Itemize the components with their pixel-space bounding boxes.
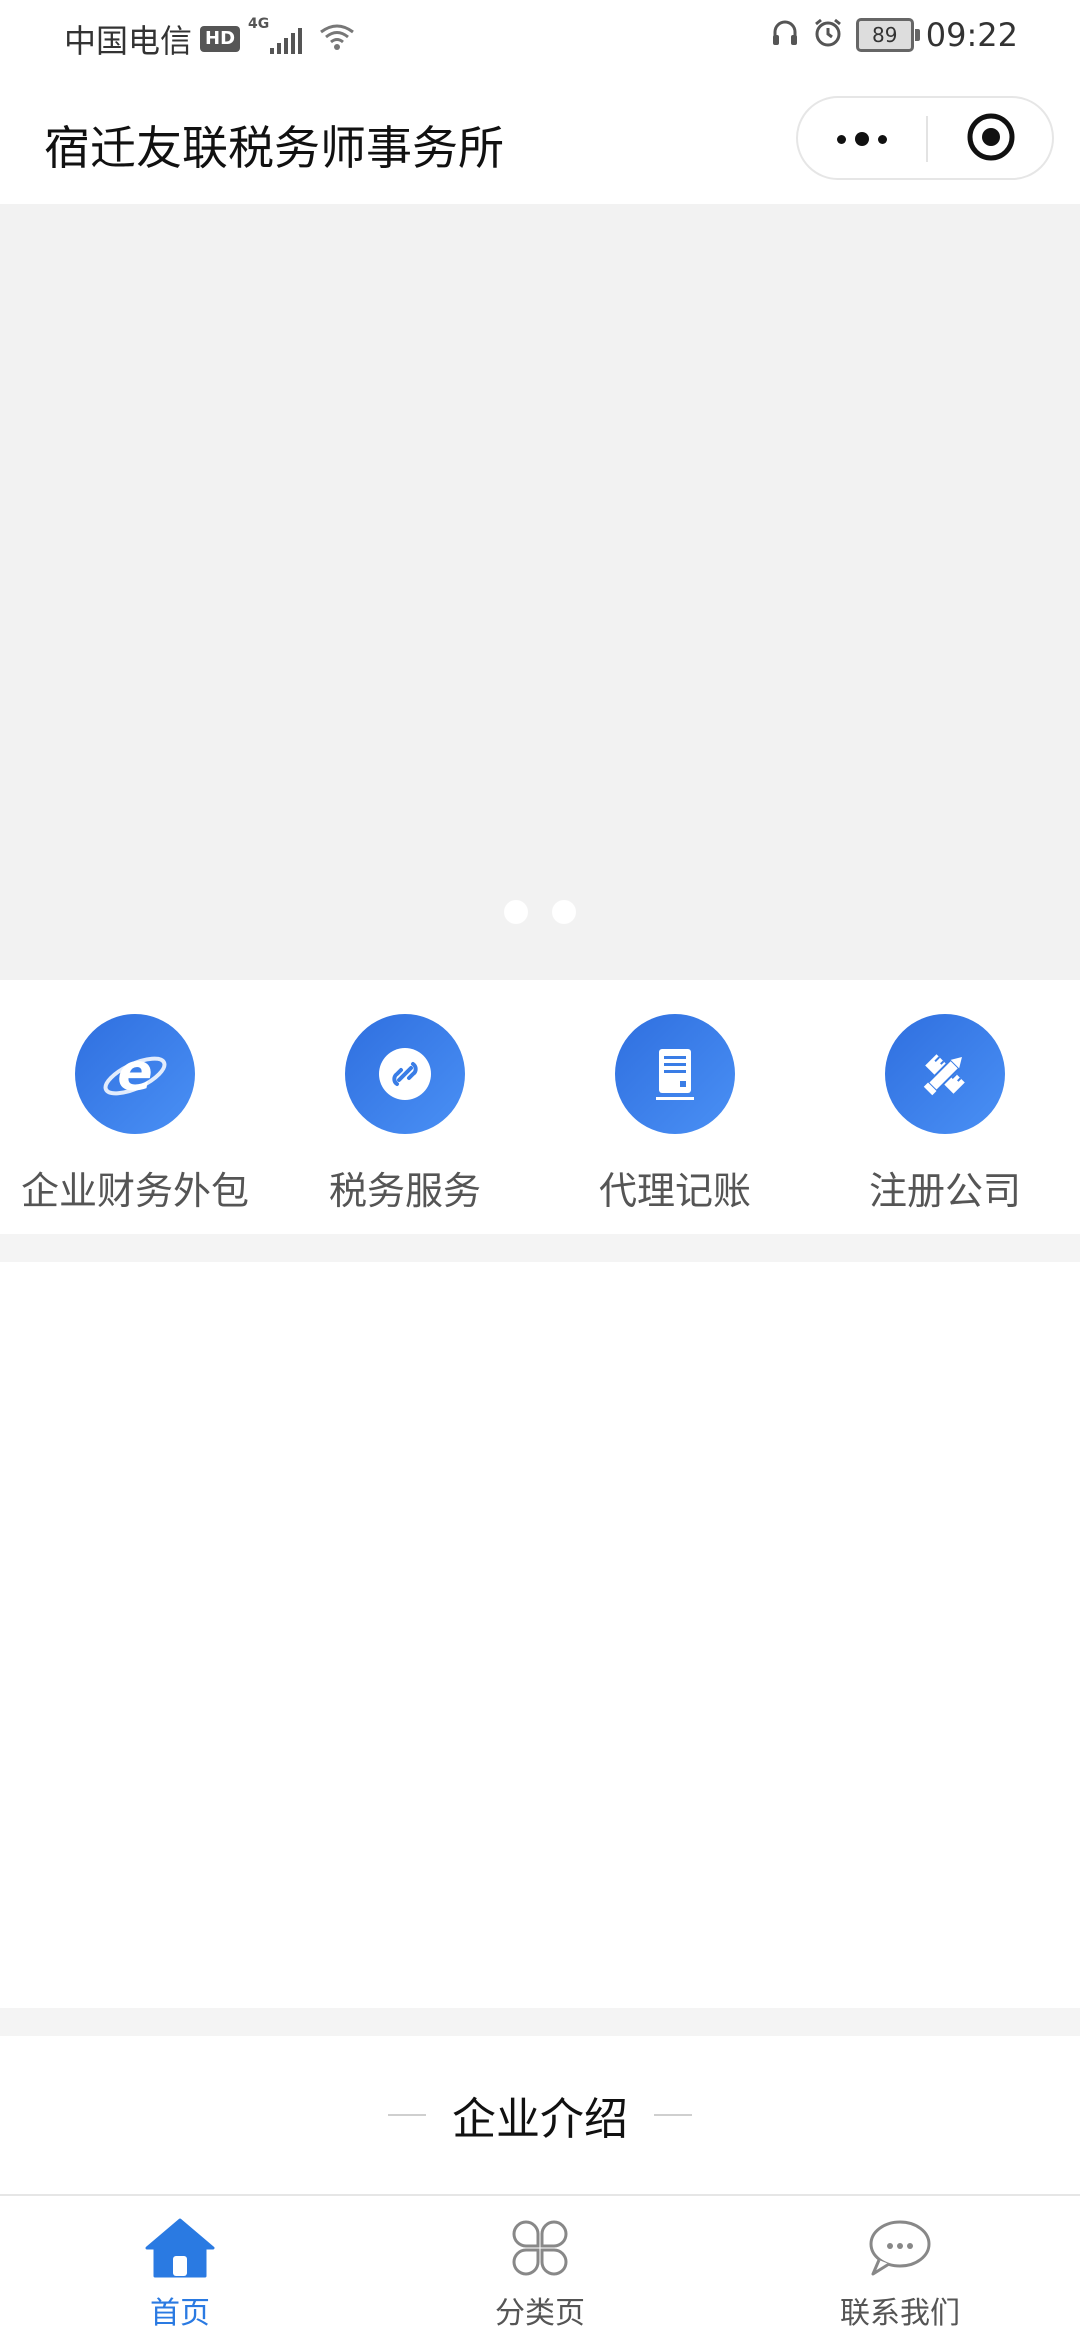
tab-label: 分类页 [495,2296,585,2331]
bottom-tab-bar: 首页 分类页 联系我们 [0,2194,1080,2340]
section-header: 企业介绍 [0,2036,1080,2194]
mini-program-capsule [796,96,1054,180]
svg-text:e: e [117,1043,152,1103]
alarm-icon [812,17,844,53]
carousel-indicators [0,900,1080,924]
header-decoration-line [654,2114,692,2116]
signal-icon: 4G [248,16,303,54]
document-icon [615,1014,735,1134]
header-decoration-line [388,2114,426,2116]
category-item-tax-service[interactable]: 税务服务 [270,980,540,1234]
page-title: 宿迁友联税务师事务所 [44,121,504,175]
carousel-dot[interactable] [552,900,576,924]
network-type: 4G [248,16,270,32]
wifi-icon [318,22,356,56]
section-separator [0,2008,1080,2036]
pencil-ruler-icon [885,1014,1005,1134]
category-label: 注册公司 [868,1169,1021,1213]
section-separator [0,1234,1080,1262]
category-label: 代理记账 [598,1169,751,1213]
section-title: 企业介绍 [452,2094,628,2145]
category-label: 税务服务 [328,1169,481,1213]
chat-icon [865,2216,935,2284]
content-area [0,1262,1080,2008]
category-item-bookkeeping[interactable]: 代理记账 [540,980,810,1234]
battery-indicator: 89 [855,18,920,52]
category-grid: e 企业财务外包 税务服务 代理记账 注册公司 [0,980,1080,1234]
more-dots-icon [837,132,887,146]
target-circle-icon [966,112,1016,166]
category-icon [508,2216,572,2284]
status-bar: 中国电信 HD 4G 89 09:22 [0,0,1080,76]
headphones-icon [770,18,800,52]
title-bar: 宿迁友联税务师事务所 [0,76,1080,204]
clock: 09:22 [925,16,1018,54]
tab-contact-us[interactable]: 联系我们 [720,2196,1080,2340]
tab-categories[interactable]: 分类页 [360,2196,720,2340]
browser-e-icon: e [75,1014,195,1134]
category-label: 企业财务外包 [20,1169,249,1213]
status-left: 中国电信 HD 4G [64,16,356,62]
banner-carousel[interactable] [0,204,1080,980]
tab-label: 首页 [150,2296,210,2331]
category-item-finance-outsourcing[interactable]: e 企业财务外包 [0,980,270,1234]
home-icon [143,2216,217,2284]
hd-badge: HD [200,26,241,52]
carousel-dot[interactable] [504,900,528,924]
tab-home[interactable]: 首页 [0,2196,360,2340]
status-right: 89 09:22 [770,16,1018,54]
tab-label: 联系我们 [840,2296,960,2331]
category-item-register-company[interactable]: 注册公司 [810,980,1080,1234]
more-button[interactable] [798,98,926,180]
close-button[interactable] [928,98,1054,180]
carrier-name: 中国电信 [64,22,193,60]
link-icon [345,1014,465,1134]
